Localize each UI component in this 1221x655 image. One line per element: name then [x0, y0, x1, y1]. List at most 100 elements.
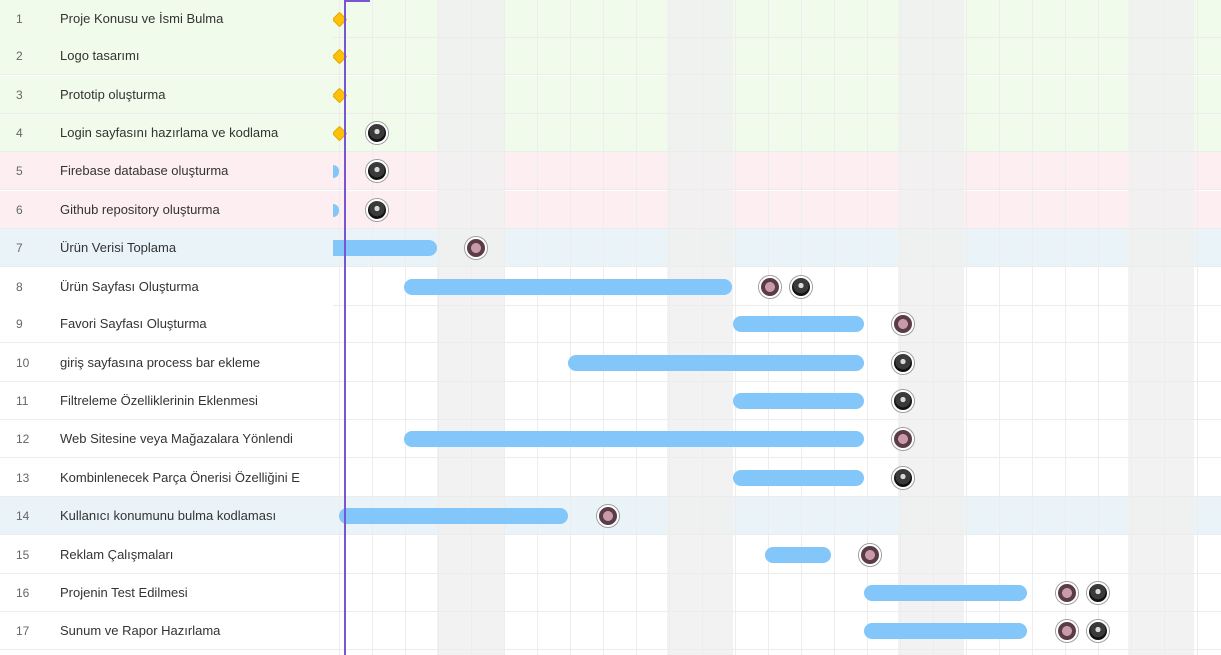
task-row-number: 8: [16, 279, 23, 294]
task-row-number: 11: [16, 393, 29, 408]
task-row[interactable]: 4 Login sayfasını hazırlama ve kodlama: [0, 114, 333, 152]
task-name[interactable]: Projenin Test Edilmesi: [46, 585, 333, 600]
task-name[interactable]: Web Sitesine veya Mağazalara Yönlendi: [46, 431, 333, 446]
timeline-row-divider: [333, 189, 1221, 190]
assignee-avatar[interactable]: [366, 199, 388, 221]
timeline-gridline: [1098, 0, 1099, 655]
task-row-number: 2: [16, 48, 23, 63]
today-marker-line[interactable]: [344, 0, 346, 655]
task-bar[interactable]: [404, 279, 732, 295]
assignee-avatar[interactable]: [1056, 582, 1078, 604]
task-row-number: 13: [16, 470, 30, 485]
timeline-gridline: [966, 0, 967, 655]
timeline-gridline: [1131, 0, 1132, 655]
timeline-gridline: [933, 0, 934, 655]
task-row[interactable]: 16 Projenin Test Edilmesi: [0, 574, 333, 612]
timeline-row-divider: [333, 305, 1221, 306]
task-row-number: 17: [16, 623, 30, 638]
timeline-gridline: [1065, 0, 1066, 655]
assignee-avatar[interactable]: [892, 428, 914, 450]
task-name[interactable]: Prototip oluşturma: [46, 87, 333, 102]
task-name[interactable]: Kullanıcı konumunu bulma kodlaması: [46, 508, 333, 523]
task-bar[interactable]: [864, 585, 1027, 601]
task-name[interactable]: Favori Sayfası Oluşturma: [46, 316, 333, 331]
timeline-row-divider: [333, 151, 1221, 152]
assignee-avatar[interactable]: [790, 276, 812, 298]
assignee-avatar[interactable]: [366, 122, 388, 144]
assignee-avatar[interactable]: [759, 276, 781, 298]
assignee-avatar[interactable]: [859, 544, 881, 566]
task-name[interactable]: Github repository oluşturma: [46, 202, 333, 217]
task-name[interactable]: Reklam Çalışmaları: [46, 547, 333, 562]
task-row[interactable]: 10 giriş sayfasına process bar ekleme: [0, 344, 333, 382]
assignee-avatar[interactable]: [892, 390, 914, 412]
task-row[interactable]: 5 Firebase database oluşturma: [0, 152, 333, 190]
timeline-grid: [333, 0, 1221, 655]
timeline-row-divider: [333, 228, 1221, 229]
assignee-avatar[interactable]: [892, 352, 914, 374]
timeline-gridline: [702, 0, 703, 655]
task-name[interactable]: Proje Konusu ve İsmi Bulma: [46, 11, 333, 26]
task-row-number: 12: [16, 431, 30, 446]
timeline-gridline: [504, 0, 505, 655]
task-row-number: 3: [16, 87, 23, 102]
task-name[interactable]: Sunum ve Rapor Hazırlama: [46, 623, 333, 638]
task-name[interactable]: giriş sayfasına process bar ekleme: [46, 355, 333, 370]
timeline-gridline: [438, 0, 439, 655]
task-bar[interactable]: [864, 623, 1027, 639]
task-name[interactable]: Login sayfasını hazırlama ve kodlama: [46, 125, 333, 140]
task-row[interactable]: 12 Web Sitesine veya Mağazalara Yönlendi: [0, 420, 333, 458]
assignee-avatar[interactable]: [465, 237, 487, 259]
task-row-number: 14: [16, 508, 30, 523]
task-bar[interactable]: [404, 431, 864, 447]
timeline-gridline: [669, 0, 670, 655]
task-name[interactable]: Kombinlenecek Parça Önerisi Özelliğini E: [46, 470, 333, 485]
task-name[interactable]: Filtreleme Özelliklerinin Eklenmesi: [46, 393, 333, 408]
timeline-row-divider: [333, 342, 1221, 343]
task-bar[interactable]: [568, 355, 864, 371]
task-row[interactable]: 9 Favori Sayfası Oluşturma: [0, 305, 333, 343]
assignee-avatar[interactable]: [1087, 582, 1109, 604]
timeline-row-divider: [333, 534, 1221, 535]
task-row[interactable]: 14 Kullanıcı konumunu bulma kodlaması: [0, 497, 333, 535]
task-bar[interactable]: [733, 316, 864, 332]
task-bar[interactable]: [733, 470, 864, 486]
weekend-column: [667, 0, 733, 655]
task-row-number: 10: [16, 355, 30, 370]
timeline-row-divider: [333, 419, 1221, 420]
task-row[interactable]: 6 Github repository oluşturma: [0, 191, 333, 229]
assignee-avatar[interactable]: [1087, 620, 1109, 642]
timeline-gridline: [1197, 0, 1198, 655]
task-row[interactable]: 11 Filtreleme Özelliklerinin Eklenmesi: [0, 382, 333, 420]
task-row[interactable]: 2 Logo tasarımı: [0, 37, 333, 75]
task-row[interactable]: 17 Sunum ve Rapor Hazırlama: [0, 612, 333, 650]
task-row[interactable]: 3 Prototip oluşturma: [0, 76, 333, 114]
task-name[interactable]: Ürün Verisi Toplama: [46, 240, 333, 255]
timeline-row-divider: [333, 74, 1221, 75]
task-row[interactable]: 8 Ürün Sayfası Oluşturma: [0, 268, 333, 306]
task-row-number: 5: [16, 163, 23, 178]
task-row-number: 15: [16, 547, 30, 562]
timeline-gridline: [405, 0, 406, 655]
assignee-avatar[interactable]: [892, 313, 914, 335]
task-list: 1 Proje Konusu ve İsmi Bulma 2 Logo tasarım…: [0, 0, 333, 655]
task-name[interactable]: Logo tasarımı: [46, 48, 333, 63]
assignee-avatar[interactable]: [597, 505, 619, 527]
task-bar[interactable]: [333, 240, 437, 256]
timeline-gridline: [570, 0, 571, 655]
task-bar[interactable]: [339, 508, 568, 524]
assignee-avatar[interactable]: [1056, 620, 1078, 642]
task-bar[interactable]: [765, 547, 831, 563]
task-row[interactable]: 15 Reklam Çalışmaları: [0, 536, 333, 574]
timeline-row-divider: [333, 496, 1221, 497]
task-name[interactable]: Firebase database oluşturma: [46, 163, 333, 178]
task-row[interactable]: 1 Proje Konusu ve İsmi Bulma: [0, 0, 333, 38]
task-row-number: 7: [16, 240, 23, 255]
assignee-avatar[interactable]: [892, 467, 914, 489]
task-bar[interactable]: [733, 393, 864, 409]
task-row[interactable]: 7 Ürün Verisi Toplama: [0, 229, 333, 267]
task-row[interactable]: 13 Kombinlenecek Parça Önerisi Özelliğini…: [0, 459, 333, 497]
assignee-avatar[interactable]: [366, 160, 388, 182]
task-row-number: 1: [16, 11, 23, 26]
task-name[interactable]: Ürün Sayfası Oluşturma: [46, 279, 333, 294]
